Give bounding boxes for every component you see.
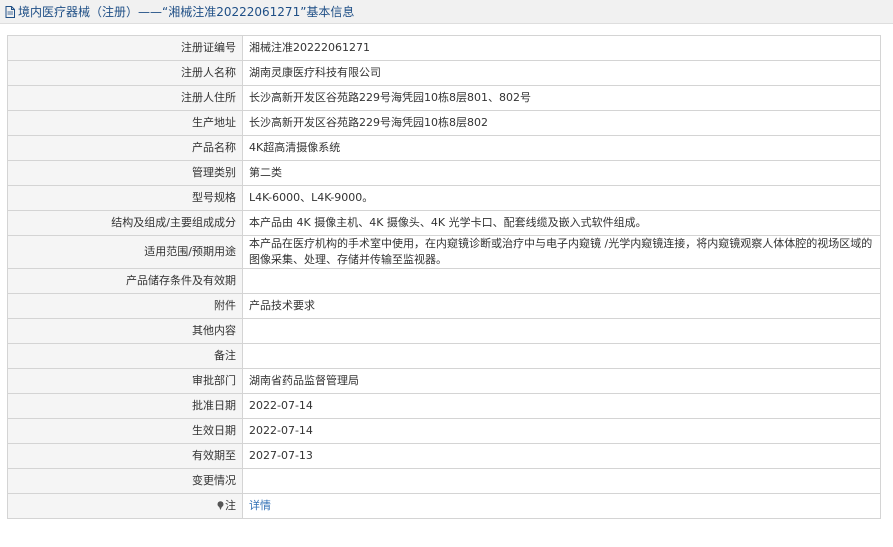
row-label: 审批部门 — [7, 368, 243, 394]
row-label: 其他内容 — [7, 318, 243, 344]
row-label: 生效日期 — [7, 418, 243, 444]
row-label: 批准日期 — [7, 393, 243, 419]
table-row: 备注 — [7, 343, 881, 369]
row-value — [242, 343, 881, 369]
table-row: 产品名称 4K超高清摄像系统 — [7, 135, 881, 161]
details-link[interactable]: 详情 — [249, 499, 271, 512]
pin-icon — [217, 501, 224, 510]
row-label: 生产地址 — [7, 110, 243, 136]
table-row: 变更情况 — [7, 468, 881, 494]
row-value: 2022-07-14 — [242, 393, 881, 419]
note-label: 注 — [225, 499, 236, 512]
table-row: 注册人名称 湖南灵康医疗科技有限公司 — [7, 60, 881, 86]
table-row: 其他内容 — [7, 318, 881, 344]
row-value: L4K-6000、L4K-9000。 — [242, 185, 881, 211]
info-table: 注册证编号 湘械注准20222061271 注册人名称 湖南灵康医疗科技有限公司… — [7, 35, 881, 519]
page-header: 境内医疗器械（注册）——“湘械注准20222061271”基本信息 — [0, 0, 893, 24]
row-value: 湖南灵康医疗科技有限公司 — [242, 60, 881, 86]
row-value — [242, 468, 881, 494]
row-value: 4K超高清摄像系统 — [242, 135, 881, 161]
table-row: 结构及组成/主要组成成分 本产品由 4K 摄像主机、4K 摄像头、4K 光学卡口… — [7, 210, 881, 236]
table-row: 型号规格 L4K-6000、L4K-9000。 — [7, 185, 881, 211]
table-row: 注册证编号 湘械注准20222061271 — [7, 35, 881, 61]
row-label: 适用范围/预期用途 — [7, 235, 243, 269]
table-row: 生效日期 2022-07-14 — [7, 418, 881, 444]
row-label: 注册人住所 — [7, 85, 243, 111]
note-row: 注 详情 — [7, 493, 881, 519]
row-value — [242, 318, 881, 344]
page-title: 境内医疗器械（注册）——“湘械注准20222061271”基本信息 — [18, 5, 355, 19]
row-value: 第二类 — [242, 160, 881, 186]
table-row: 注册人住所 长沙高新开发区谷苑路229号海凭园10栋8层801、802号 — [7, 85, 881, 111]
row-label: 产品储存条件及有效期 — [7, 268, 243, 294]
document-icon — [5, 5, 15, 18]
row-label: 变更情况 — [7, 468, 243, 494]
row-label: 型号规格 — [7, 185, 243, 211]
row-value — [242, 268, 881, 294]
row-label: 管理类别 — [7, 160, 243, 186]
row-label: 产品名称 — [7, 135, 243, 161]
row-value: 长沙高新开发区谷苑路229号海凭园10栋8层801、802号 — [242, 85, 881, 111]
row-label: 附件 — [7, 293, 243, 319]
table-row: 附件 产品技术要求 — [7, 293, 881, 319]
table-row: 批准日期 2022-07-14 — [7, 393, 881, 419]
row-value: 湖南省药品监督管理局 — [242, 368, 881, 394]
row-value: 湘械注准20222061271 — [242, 35, 881, 61]
note-value-cell: 详情 — [242, 493, 881, 519]
row-label: 注册人名称 — [7, 60, 243, 86]
row-value: 2027-07-13 — [242, 443, 881, 469]
table-row: 审批部门 湖南省药品监督管理局 — [7, 368, 881, 394]
row-label: 结构及组成/主要组成成分 — [7, 210, 243, 236]
table-row: 有效期至 2027-07-13 — [7, 443, 881, 469]
row-value: 2022-07-14 — [242, 418, 881, 444]
row-value: 本产品在医疗机构的手术室中使用，在内窥镜诊断或治疗中与电子内窥镜 /光学内窥镜连… — [242, 235, 881, 269]
row-value: 长沙高新开发区谷苑路229号海凭园10栋8层802 — [242, 110, 881, 136]
row-label: 注册证编号 — [7, 35, 243, 61]
row-value: 本产品由 4K 摄像主机、4K 摄像头、4K 光学卡口、配套线缆及嵌入式软件组成… — [242, 210, 881, 236]
table-row: 生产地址 长沙高新开发区谷苑路229号海凭园10栋8层802 — [7, 110, 881, 136]
note-label-cell: 注 — [7, 493, 243, 519]
row-value: 产品技术要求 — [242, 293, 881, 319]
row-label: 备注 — [7, 343, 243, 369]
table-row: 产品储存条件及有效期 — [7, 268, 881, 294]
table-row: 适用范围/预期用途 本产品在医疗机构的手术室中使用，在内窥镜诊断或治疗中与电子内… — [7, 235, 881, 269]
table-row: 管理类别 第二类 — [7, 160, 881, 186]
row-label: 有效期至 — [7, 443, 243, 469]
